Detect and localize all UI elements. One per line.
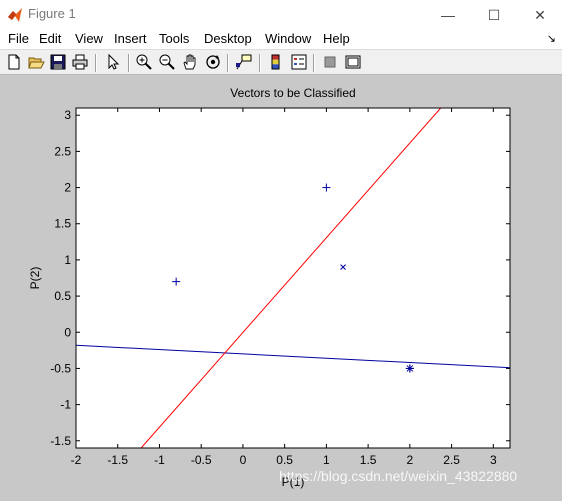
axes-area[interactable] <box>76 108 510 448</box>
x-tick-label: -1 <box>154 453 165 467</box>
x-tick-label: -1.5 <box>107 453 128 467</box>
print-icon[interactable] <box>71 53 89 71</box>
menu-file[interactable]: File <box>8 31 29 46</box>
x-tick-label: 1.5 <box>360 453 377 467</box>
toolbar-separator <box>313 54 315 72</box>
menu-tools[interactable]: Tools <box>159 31 189 46</box>
edit-plot-arrow-icon[interactable] <box>104 53 122 71</box>
y-tick-label: 2 <box>64 181 71 195</box>
window-titlebar: Figure 1 — ☐ ✕ <box>0 0 562 30</box>
minimize-button[interactable]: — <box>425 0 471 30</box>
menu-window[interactable]: Window <box>265 31 311 46</box>
hide-plot-tools-icon[interactable] <box>321 53 339 71</box>
new-figure-icon[interactable] <box>5 53 23 71</box>
y-tick-label: 0 <box>64 325 71 339</box>
x-tick-label: 3 <box>490 453 497 467</box>
close-button[interactable]: ✕ <box>517 0 562 30</box>
menu-view[interactable]: View <box>75 31 103 46</box>
pan-hand-icon[interactable] <box>181 53 199 71</box>
chart-title: Vectors to be Classified <box>230 86 355 100</box>
figure-canvas-area: Vectors to be Classified -2 -1.5 -1 -0.5 0 0.… <box>0 75 562 496</box>
matlab-logo-icon <box>8 8 22 22</box>
y-tick-label: 1 <box>64 253 71 267</box>
y-tick-label: -0.5 <box>50 361 71 375</box>
legend-icon[interactable] <box>290 53 308 71</box>
y-tick-label: 1.5 <box>54 217 71 231</box>
x-tick-label: 2.5 <box>443 453 460 467</box>
menu-overflow-arrow-icon[interactable]: ↘ <box>547 32 556 45</box>
y-tick-label: 3 <box>64 108 71 122</box>
open-file-icon[interactable] <box>27 53 45 71</box>
menu-insert[interactable]: Insert <box>114 31 147 46</box>
x-tick-label: 0.5 <box>276 453 293 467</box>
save-icon[interactable] <box>49 53 67 71</box>
y-axis-label: P(2) <box>28 267 42 290</box>
toolbar-separator <box>259 54 261 72</box>
menu-bar: File Edit View Insert Tools Desktop Wind… <box>0 30 562 49</box>
rotate-3d-icon[interactable] <box>204 53 222 71</box>
maximize-button[interactable]: ☐ <box>471 0 517 30</box>
y-tick-label: -1 <box>60 398 71 412</box>
menu-edit[interactable]: Edit <box>39 31 61 46</box>
plot-canvas[interactable]: Vectors to be Classified -2 -1.5 -1 -0.5 0 0.… <box>0 75 562 496</box>
x-tick-label: 2 <box>407 453 414 467</box>
toolbar-separator <box>95 54 97 72</box>
x-tick-label: 1 <box>323 453 330 467</box>
y-tick-label: 0.5 <box>54 289 71 303</box>
toolbar-separator <box>128 54 130 72</box>
x-tick-label: -2 <box>71 453 82 467</box>
x-tick-label: 0 <box>240 453 247 467</box>
data-point-marker <box>405 364 414 373</box>
y-tick-label: -1.5 <box>50 434 71 448</box>
menu-help[interactable]: Help <box>323 31 350 46</box>
window-title: Figure 1 <box>28 6 76 21</box>
toolbar-separator <box>227 54 229 72</box>
data-cursor-icon[interactable] <box>235 53 253 71</box>
colorbar-icon[interactable] <box>267 53 285 71</box>
show-plot-tools-icon[interactable] <box>344 53 362 71</box>
figure-toolbar <box>0 49 562 75</box>
watermark-text: https://blog.csdn.net/weixin_43822880 <box>279 468 518 484</box>
zoom-in-icon[interactable] <box>135 53 153 71</box>
y-tick-label: 2.5 <box>54 144 71 158</box>
zoom-out-icon[interactable] <box>158 53 176 71</box>
menu-desktop[interactable]: Desktop <box>204 31 252 46</box>
x-tick-label: -0.5 <box>191 453 212 467</box>
